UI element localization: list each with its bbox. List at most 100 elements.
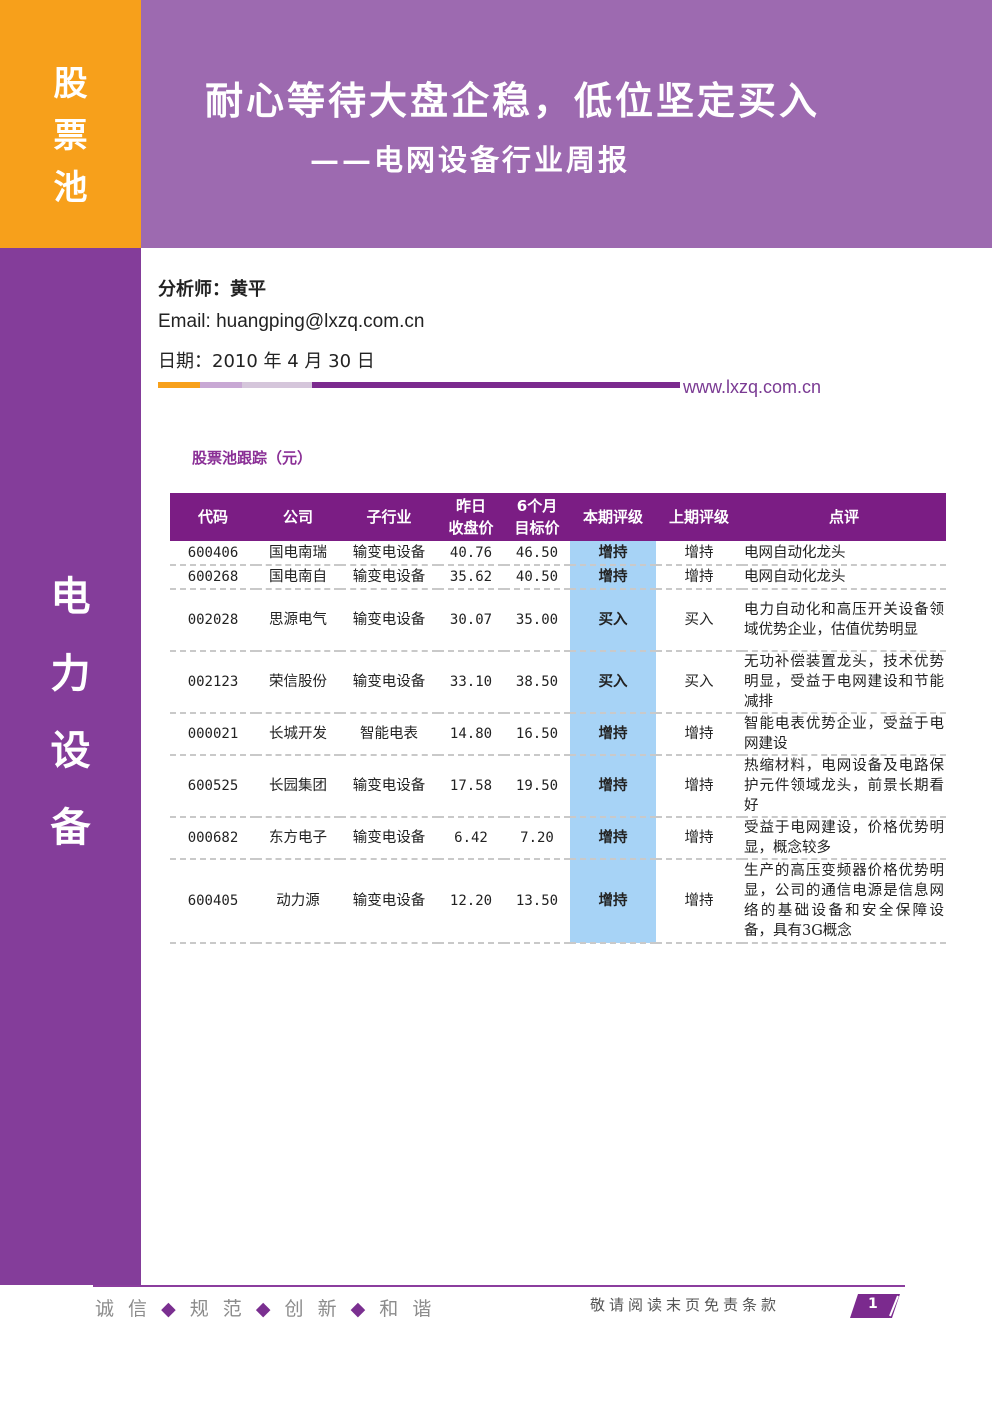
- target-price: 38.50: [504, 651, 570, 714]
- bullet-icon: ◆: [350, 1298, 370, 1320]
- sub-industry: 输变电设备: [340, 651, 438, 714]
- col-header-code: 代码: [170, 493, 256, 541]
- table-row: 600406 国电南瑞 输变电设备 40.76 46.50 增持 增持 电网自动…: [170, 541, 946, 566]
- page-number: 1: [850, 1294, 900, 1318]
- table-row: 600268 国电南自 输变电设备 35.62 40.50 增持 增持 电网自动…: [170, 565, 946, 590]
- rating-badge: 增持: [570, 565, 656, 590]
- company-name: 国电南瑞: [256, 541, 340, 566]
- table-row: 000682 东方电子 输变电设备 6.42 7.20 增持 增持 受益于电网建…: [170, 817, 946, 860]
- footer-divider: [93, 1285, 905, 1287]
- company-name: 长园集团: [256, 755, 340, 818]
- close-price: 33.10: [438, 651, 504, 714]
- close-price: 30.07: [438, 589, 504, 652]
- sub-industry: 智能电表: [340, 713, 438, 756]
- page-number-text: 1: [868, 1296, 878, 1312]
- target-price: 13.50: [504, 859, 570, 944]
- col-header-target: 6个月 目标价: [504, 493, 570, 541]
- report-date: 日期：2010 年 4 月 30 日: [158, 351, 375, 372]
- sub-industry: 输变电设备: [340, 817, 438, 860]
- table-row: 600405 动力源 输变电设备 12.20 13.50 增持 增持 生产的高压…: [170, 859, 946, 944]
- disclaimer-note: 敬请阅读末页免责条款: [590, 1296, 781, 1314]
- stock-code: 002028: [170, 589, 256, 652]
- company-name: 长城开发: [256, 713, 340, 756]
- company-name: 国电南自: [256, 565, 340, 590]
- tab-char: 票: [53, 116, 88, 156]
- close-price: 17.58: [438, 755, 504, 818]
- report-subtitle: ——电网设备行业周报: [310, 143, 631, 177]
- sub-industry: 输变电设备: [340, 755, 438, 818]
- tab-char: 池: [53, 168, 88, 208]
- industry-label: 电 力 设 备: [0, 558, 141, 866]
- slogan-word: 诚 信: [95, 1298, 152, 1320]
- rating-badge: 增持: [570, 817, 656, 860]
- stock-code: 600525: [170, 755, 256, 818]
- slogan-word: 创 新: [284, 1298, 341, 1320]
- prev-rating: 增持: [656, 817, 742, 860]
- target-price: 46.50: [504, 541, 570, 566]
- comment: 电网自动化龙头: [742, 565, 946, 590]
- prev-rating: 买入: [656, 651, 742, 714]
- sub-industry: 输变电设备: [340, 565, 438, 590]
- industry-char: 电: [50, 573, 91, 620]
- prev-rating: 增持: [656, 565, 742, 590]
- close-price: 40.76: [438, 541, 504, 566]
- comment: 生产的高压变频器价格优势明显，公司的通信电源是信息网络的基础设备和安全保障设备，…: [742, 859, 946, 944]
- prev-rating: 增持: [656, 755, 742, 818]
- bullet-icon: ◆: [255, 1298, 275, 1320]
- prev-rating: 增持: [656, 541, 742, 566]
- analyst-name: 分析师：黄平: [158, 279, 266, 300]
- section-heading: 股票池跟踪（元）: [192, 449, 313, 467]
- rating-badge: 买入: [570, 651, 656, 714]
- divider-pale: [242, 382, 312, 388]
- close-price: 35.62: [438, 565, 504, 590]
- stock-code: 600268: [170, 565, 256, 590]
- website-link[interactable]: www.lxzq.com.cn: [683, 377, 821, 398]
- close-price: 6.42: [438, 817, 504, 860]
- footer-slogan: 诚 信 ◆ 规 范 ◆ 创 新 ◆ 和 谐: [95, 1294, 435, 1321]
- target-price: 16.50: [504, 713, 570, 756]
- rating-badge: 增持: [570, 859, 656, 944]
- industry-char: 力: [50, 650, 91, 697]
- rating-badge: 增持: [570, 541, 656, 566]
- stock-code: 000021: [170, 713, 256, 756]
- col-header-comment: 点评: [742, 493, 946, 541]
- bullet-icon: ◆: [161, 1298, 180, 1320]
- col-header-close: 昨日 收盘价: [438, 493, 504, 541]
- sub-industry: 输变电设备: [340, 859, 438, 944]
- col-header-rating: 本期评级: [570, 493, 656, 541]
- table-row: 002123 荣信股份 输变电设备 33.10 38.50 买入 买入 无功补偿…: [170, 651, 946, 714]
- analyst-email: Email: huangping@lxzq.com.cn: [158, 311, 425, 332]
- stock-pool-tab: 股 票 池: [0, 0, 141, 248]
- comment: 电网自动化龙头: [742, 541, 946, 566]
- page-badge-icon: [850, 1294, 900, 1318]
- close-price: 12.20: [438, 859, 504, 944]
- company-name: 思源电气: [256, 589, 340, 652]
- close-price: 14.80: [438, 713, 504, 756]
- stock-code: 000682: [170, 817, 256, 860]
- target-price: 19.50: [504, 755, 570, 818]
- comment: 智能电表优势企业，受益于电网建设: [742, 713, 946, 756]
- table-row: 002028 思源电气 输变电设备 30.07 35.00 买入 买入 电力自动…: [170, 589, 946, 652]
- rating-badge: 增持: [570, 755, 656, 818]
- slogan-word: 规 范: [189, 1298, 246, 1320]
- target-price: 35.00: [504, 589, 570, 652]
- industry-char: 备: [50, 804, 91, 851]
- stock-code: 002123: [170, 651, 256, 714]
- stock-pool-label: 股 票 池: [0, 58, 141, 214]
- col-header-sub-industry: 子行业: [340, 493, 438, 541]
- target-price: 7.20: [504, 817, 570, 860]
- col-header-prev-rating: 上期评级: [656, 493, 742, 541]
- rating-badge: 增持: [570, 713, 656, 756]
- table-row: 600525 长园集团 输变电设备 17.58 19.50 增持 增持 热缩材料…: [170, 755, 946, 818]
- sub-industry: 输变电设备: [340, 541, 438, 566]
- col-header-company: 公司: [256, 493, 340, 541]
- industry-char: 设: [50, 727, 91, 774]
- report-title: 耐心等待大盘企稳，低位坚定买入: [205, 78, 821, 123]
- prev-rating: 增持: [656, 859, 742, 944]
- tab-char: 股: [53, 64, 88, 104]
- stock-code: 600406: [170, 541, 256, 566]
- company-name: 东方电子: [256, 817, 340, 860]
- table-header-row: 代码 公司 子行业 昨日 收盘价 6个月 目标价 本期评级 上期评级 点评: [170, 493, 946, 541]
- comment: 热缩材料，电网设备及电路保护元件领域龙头，前景长期看好: [742, 755, 946, 818]
- comment: 受益于电网建设，价格优势明显，概念较多: [742, 817, 946, 860]
